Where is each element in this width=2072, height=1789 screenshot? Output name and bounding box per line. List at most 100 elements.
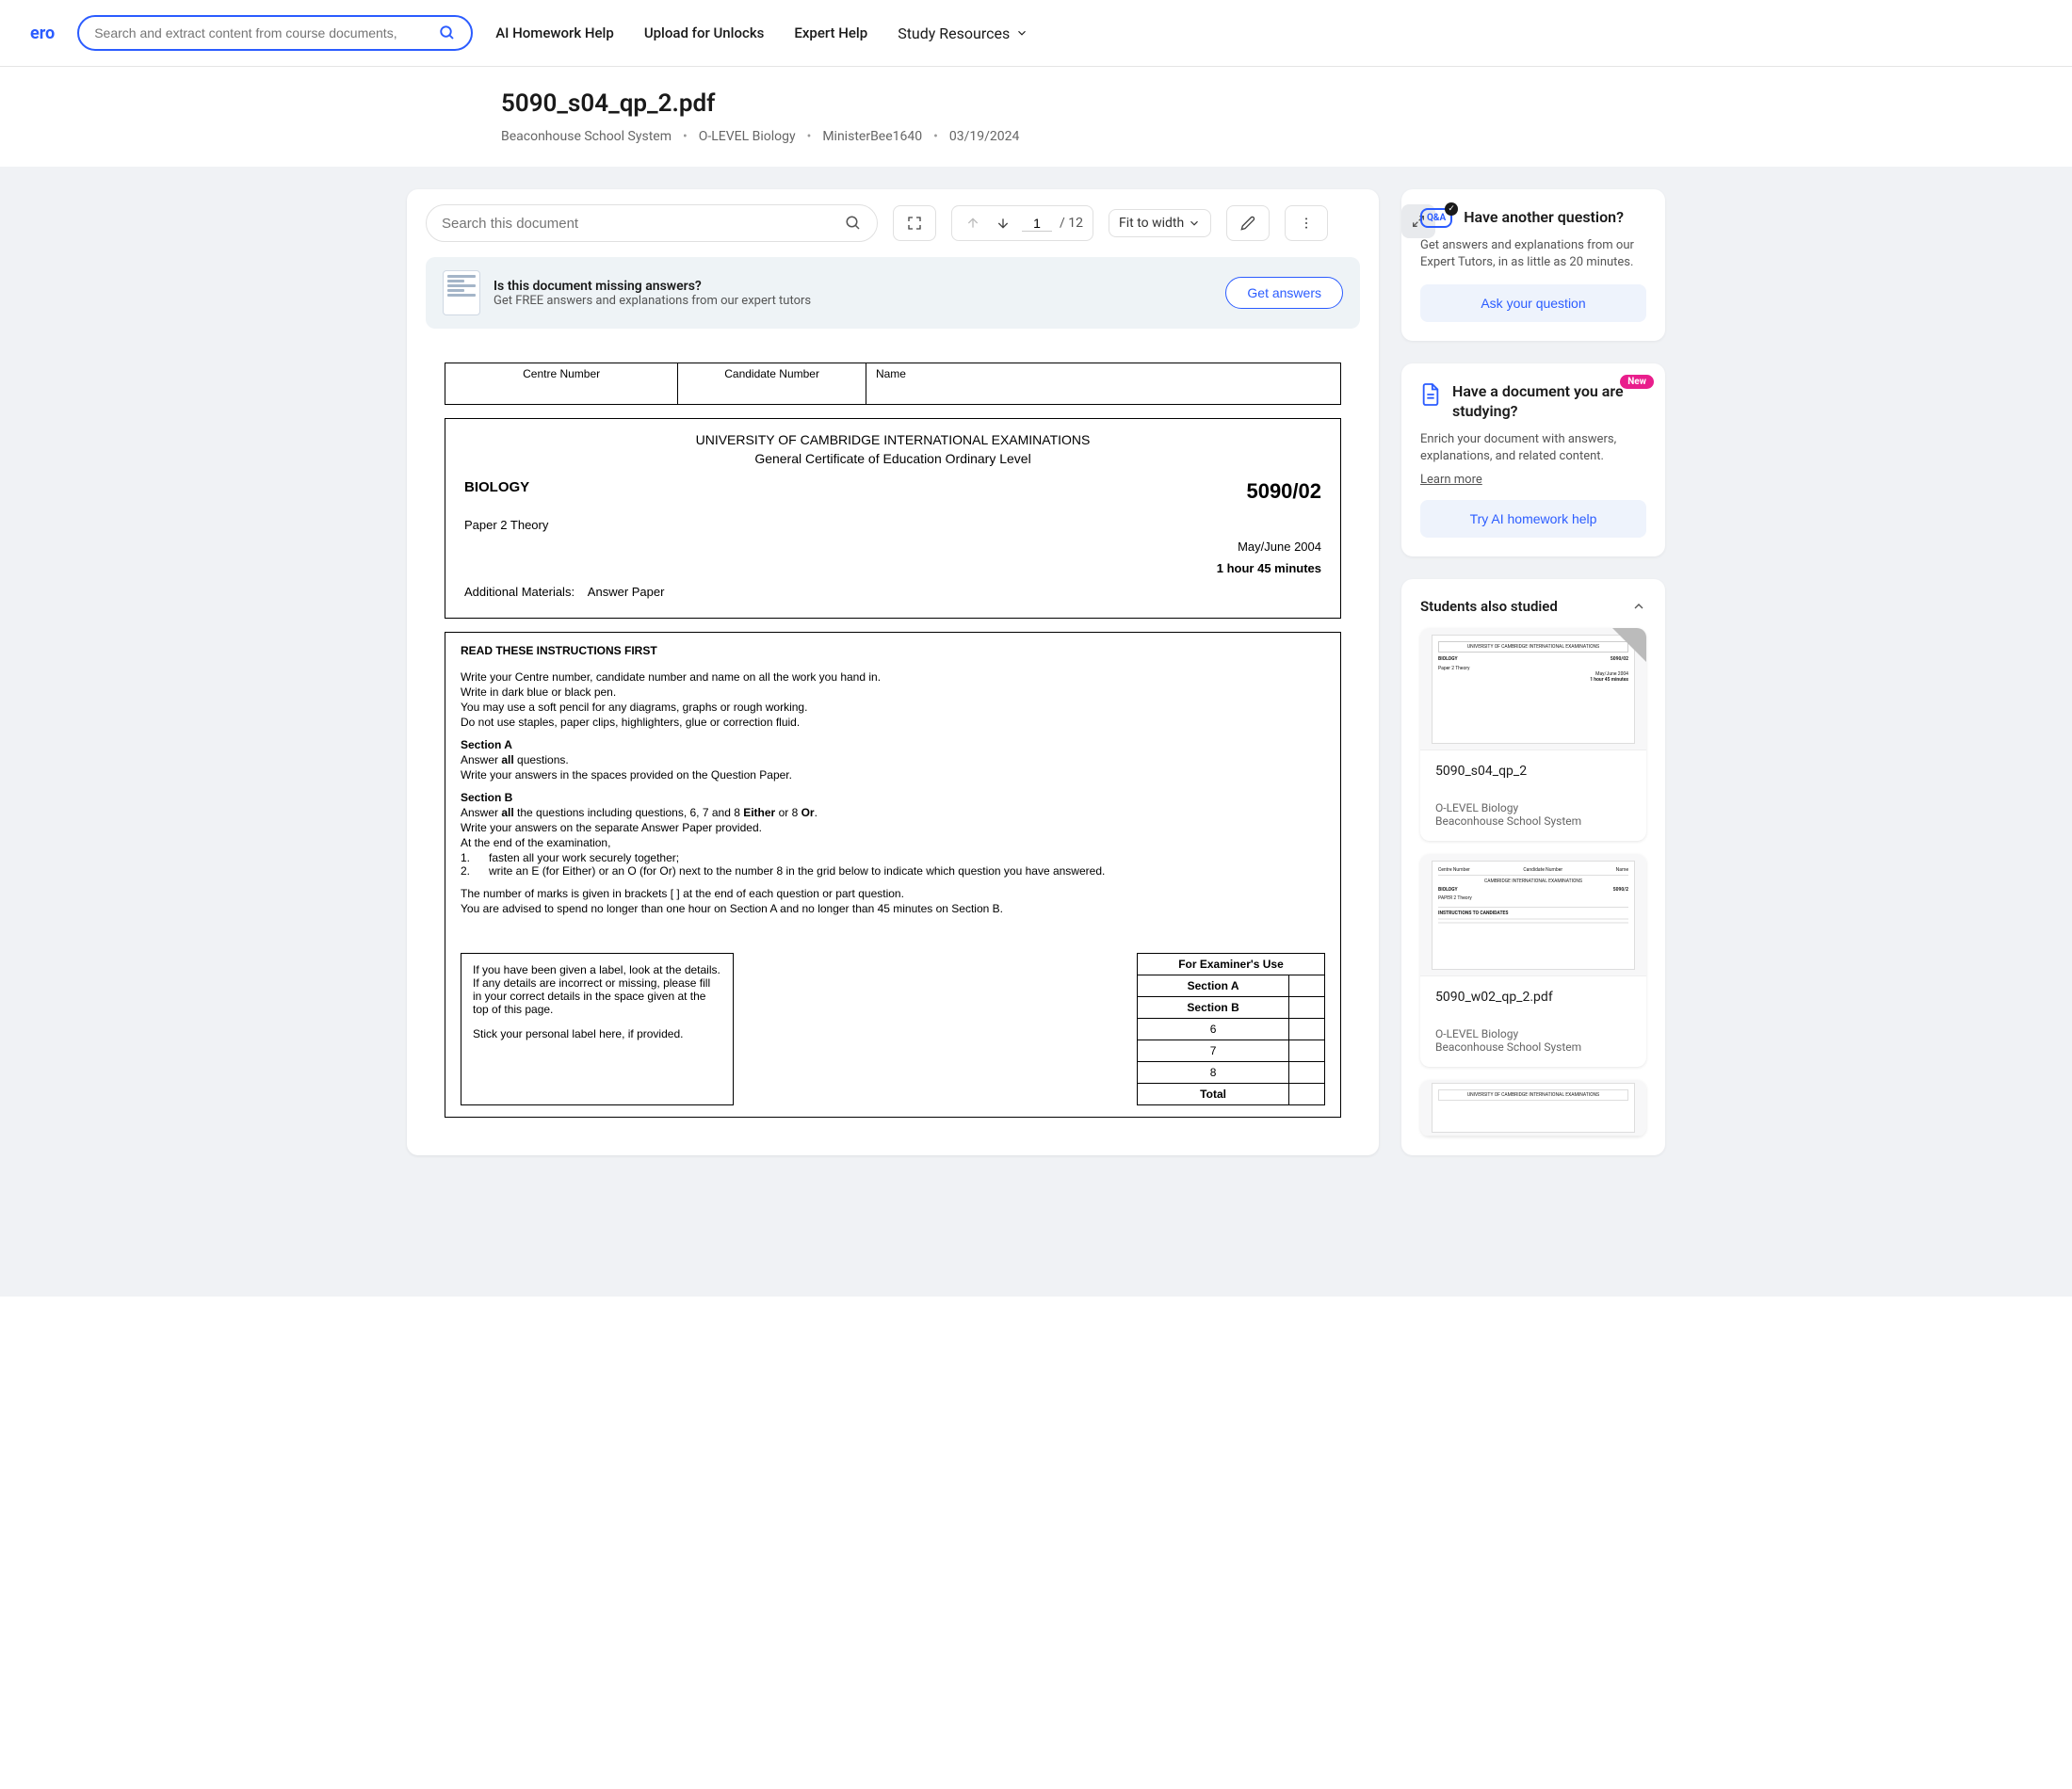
learn-more-link[interactable]: Learn more — [1420, 473, 1482, 487]
prev-page-button[interactable] — [962, 212, 984, 234]
chevron-up-icon — [1631, 599, 1646, 614]
global-search-button[interactable] — [439, 24, 456, 41]
examiner-row: Section B — [1138, 997, 1289, 1019]
document-icon — [1420, 382, 1441, 407]
zoom-select[interactable]: Fit to width — [1109, 209, 1211, 237]
instruction-bold: all — [501, 806, 513, 819]
breadcrumb-course[interactable]: O-LEVEL Biology — [699, 129, 796, 144]
related-doc-course: O-LEVEL Biology — [1435, 1027, 1631, 1040]
get-answers-button[interactable]: Get answers — [1225, 277, 1343, 309]
instructions-box: READ THESE INSTRUCTIONS FIRST Write your… — [445, 632, 1341, 1118]
highlight-button[interactable] — [1237, 212, 1259, 234]
instruction-line: You may use a soft pencil for any diagra… — [461, 701, 1325, 714]
nav-expert[interactable]: Expert Help — [794, 24, 867, 41]
breadcrumb-school[interactable]: Beaconhouse School System — [501, 129, 672, 144]
banner-title: Is this document missing answers? — [494, 279, 811, 294]
section-b-heading: Section B — [461, 791, 1325, 804]
breadcrumb-user[interactable]: MinisterBee1640 — [822, 129, 922, 144]
instruction-line: Write your Centre number, candidate numb… — [461, 670, 1325, 684]
arrow-up-icon — [965, 216, 980, 231]
qa-icon: Q&A ✓ — [1420, 208, 1452, 228]
instruction-line: Write your answers in the spaces provide… — [461, 768, 1325, 782]
nav-ai-homework[interactable]: AI Homework Help — [495, 24, 614, 41]
document-viewer: / 12 Fit to width — [407, 189, 1379, 1155]
exam-code: 5090/02 — [1246, 479, 1321, 504]
related-doc-card[interactable]: UNIVERSITY OF CAMBRIDGE INTERNATIONAL EX… — [1420, 1080, 1646, 1136]
global-search-input[interactable] — [94, 25, 439, 40]
nav-upload[interactable]: Upload for Unlocks — [644, 24, 765, 41]
doc-thumbnail: Centre NumberCandidate NumberName CAMBRI… — [1420, 854, 1646, 976]
try-ai-button[interactable]: Try AI homework help — [1420, 500, 1646, 538]
document-icon — [443, 270, 480, 315]
arrow-down-icon — [996, 216, 1011, 231]
fullscreen-button[interactable] — [903, 212, 926, 234]
doc-search-input[interactable] — [442, 216, 845, 232]
instruction-bold: Either — [743, 806, 775, 819]
students-also-card: Students also studied UNIVERSITY OF CAMB… — [1401, 579, 1665, 1155]
centre-number-cell: Centre Number — [445, 363, 678, 405]
examiner-row: Total — [1138, 1084, 1289, 1105]
instruction-bold: Or — [801, 806, 815, 819]
instruction-text: or 8 — [775, 806, 801, 819]
breadcrumb: Beaconhouse School System • O-LEVEL Biol… — [501, 129, 1571, 144]
global-search[interactable] — [77, 15, 473, 51]
exam-certificate: General Certificate of Education Ordinar… — [464, 451, 1321, 466]
examiner-row: 6 — [1138, 1019, 1289, 1040]
next-page-button[interactable] — [992, 212, 1014, 234]
page-total: / 12 — [1060, 216, 1083, 231]
related-doc-title: 5090_w02_qp_2.pdf — [1435, 990, 1631, 1005]
document-page: Centre Number Candidate Number Name UNIV… — [407, 344, 1379, 1155]
logo[interactable]: ero — [30, 24, 55, 43]
label-text: If you have been given a label, look at … — [473, 963, 721, 1016]
instructions-heading: READ THESE INSTRUCTIONS FIRST — [461, 644, 1325, 657]
related-doc-card[interactable]: Centre NumberCandidate NumberName CAMBRI… — [1420, 854, 1646, 1067]
qa-card: Q&A ✓ Have another question? Get answers… — [1401, 189, 1665, 341]
exam-paper: Paper 2 Theory — [464, 518, 1321, 532]
related-doc-course: O-LEVEL Biology — [1435, 801, 1631, 814]
instruction-text: the questions including questions, 6, 7 … — [514, 806, 744, 819]
examiner-row: 8 — [1138, 1062, 1289, 1084]
separator-dot: • — [683, 129, 688, 144]
study-desc: Enrich your document with answers, expla… — [1420, 431, 1646, 465]
examiner-row: Section A — [1138, 975, 1289, 997]
doc-search[interactable] — [426, 204, 878, 242]
separator-dot: • — [807, 129, 812, 144]
instruction-text: Answer — [461, 753, 501, 766]
examiner-heading: For Examiner's Use — [1138, 954, 1325, 975]
instruction-text: questions. — [514, 753, 569, 766]
related-doc-school: Beaconhouse School System — [1435, 814, 1631, 828]
main-nav: AI Homework Help Upload for Unlocks Expe… — [495, 24, 1028, 42]
more-button[interactable] — [1295, 212, 1318, 234]
exam-header-table: Centre Number Candidate Number Name — [445, 363, 1341, 405]
banner-sub: Get FREE answers and explanations from o… — [494, 294, 811, 308]
students-also-header[interactable]: Students also studied — [1420, 598, 1646, 615]
candidate-number-cell: Candidate Number — [678, 363, 866, 405]
answers-banner: Is this document missing answers? Get FR… — [426, 257, 1360, 329]
label-text: Stick your personal label here, if provi… — [473, 1027, 721, 1040]
study-title: Have a document you are studying? — [1452, 382, 1646, 422]
search-icon — [439, 24, 456, 41]
materials-value: Answer Paper — [588, 585, 665, 599]
instruction-text: Answer — [461, 806, 501, 819]
breadcrumb-date: 03/19/2024 — [949, 129, 1020, 144]
instruction-text: . — [815, 806, 817, 819]
page-input[interactable] — [1022, 216, 1052, 232]
pencil-icon — [1240, 216, 1255, 231]
ai-study-card: New Have a document you are studying? En… — [1401, 363, 1665, 556]
materials-label: Additional Materials: — [464, 585, 575, 599]
separator-dot: • — [933, 129, 938, 144]
qa-title: Have another question? — [1464, 208, 1624, 228]
doc-thumbnail: UNIVERSITY OF CAMBRIDGE INTERNATIONAL EX… — [1420, 628, 1646, 750]
examiner-table: For Examiner's Use Section A Section B 6… — [1137, 953, 1325, 1105]
ask-question-button[interactable]: Ask your question — [1420, 284, 1646, 322]
nav-study-resources-label: Study Resources — [898, 24, 1010, 42]
instruction-list-item: write an E (for Either) or an O (for Or)… — [489, 864, 1105, 878]
related-doc-card[interactable]: UNIVERSITY OF CAMBRIDGE INTERNATIONAL EX… — [1420, 628, 1646, 841]
chevron-down-icon — [1188, 217, 1201, 230]
exam-university: UNIVERSITY OF CAMBRIDGE INTERNATIONAL EX… — [464, 432, 1321, 447]
doc-thumbnail: UNIVERSITY OF CAMBRIDGE INTERNATIONAL EX… — [1420, 1080, 1646, 1136]
nav-study-resources[interactable]: Study Resources — [898, 24, 1028, 42]
students-also-heading: Students also studied — [1420, 598, 1558, 615]
expand-icon — [907, 216, 922, 231]
exam-subject: BIOLOGY — [464, 479, 529, 495]
